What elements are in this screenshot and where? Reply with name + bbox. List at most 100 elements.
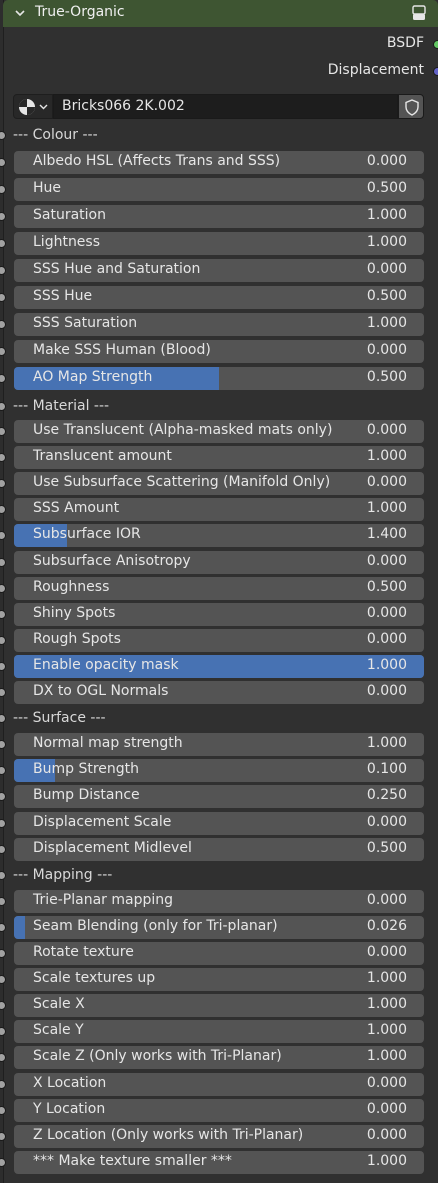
field-scale-y[interactable]: Scale Y 1.000 [14,1020,424,1043]
field-value: 1.000 [366,234,407,250]
field-label: Make SSS Human (Blood) [33,342,211,358]
material-name-field[interactable]: Bricks066 2K.002 [53,94,398,119]
field-label: Seam Blending (only for Tri-planar) [33,918,278,934]
field-ao-map-strength[interactable]: AO Map Strength 0.500 [14,367,424,390]
field-value: 1.000 [366,1022,407,1038]
field-subsurface-anisotropy[interactable]: Subsurface Anisotropy 0.000 [14,551,424,574]
field-label: AO Map Strength [33,369,153,385]
field-label: SSS Saturation [33,315,138,331]
field-value: 0.250 [366,787,407,803]
field-hue[interactable]: Hue 0.500 [14,178,424,201]
field-value: 0.026 [366,918,407,934]
output-displacement-label: Displacement [327,62,424,78]
field-use-subsurface-scattering-manifold-only[interactable]: Use Subsurface Scattering (Manifold Only… [14,472,424,495]
field-value: 0.000 [366,944,407,960]
field-bump-strength[interactable]: Bump Strength 0.100 [14,759,424,782]
field-label: Y Location [33,1101,106,1117]
chevron-down-icon[interactable] [13,6,27,20]
field-value: 1.000 [366,1153,407,1169]
field-subsurface-ior[interactable]: Subsurface IOR 1.400 [14,524,424,547]
shield-icon [405,99,419,116]
field-trie-planar-mapping[interactable]: Trie-Planar mapping 0.000 [14,890,424,913]
field-value: 0.500 [366,840,407,856]
field-label: Displacement Midlevel [33,840,192,856]
field-value: 0.500 [366,579,407,595]
field-value: 0.100 [366,761,407,777]
field-label: Displacement Scale [33,814,172,830]
field-seam-blending-only-for-tri-planar[interactable]: Seam Blending (only for Tri-planar) 0.026 [14,916,424,939]
field-x-location[interactable]: X Location 0.000 [14,1073,424,1096]
field-value: 0.000 [366,422,407,438]
field-label: Scale X [33,996,85,1012]
field-scale-x[interactable]: Scale X 1.000 [14,994,424,1017]
field-label: Shiny Spots [33,605,116,621]
field-value: 0.000 [366,553,407,569]
field-displacement-midlevel[interactable]: Displacement Midlevel 0.500 [14,838,424,861]
node-header[interactable]: True-Organic [3,0,438,27]
fake-user-button[interactable] [398,94,424,119]
material-sphere-icon [19,99,48,115]
field-albedo-hsl-affects-trans-and-sss[interactable]: Albedo HSL (Affects Trans and SSS) 0.000 [14,151,424,174]
field-label: SSS Hue and Saturation [33,261,201,277]
field-label: SSS Amount [33,500,120,516]
field-roughness[interactable]: Roughness 0.500 [14,577,424,600]
field-make-sss-human-blood[interactable]: Make SSS Human (Blood) 0.000 [14,340,424,363]
field-value: 0.000 [366,1127,407,1143]
field-translucent-amount[interactable]: Translucent amount 1.000 [14,446,424,469]
field-label: Roughness [33,579,110,595]
field-label: Translucent amount [33,448,172,464]
field-value: 0.000 [366,261,407,277]
field-value: 0.000 [366,631,407,647]
field-y-location[interactable]: Y Location 0.000 [14,1099,424,1122]
field-label: Use Subsurface Scattering (Manifold Only… [33,474,331,490]
material-browse-button[interactable] [13,94,53,119]
field-sss-hue-and-saturation[interactable]: SSS Hue and Saturation 0.000 [14,259,424,282]
field-bump-distance[interactable]: Bump Distance 0.250 [14,785,424,808]
field-sss-amount[interactable]: SSS Amount 1.000 [14,498,424,521]
field-value: 0.500 [366,288,407,304]
field-value: 0.000 [366,683,407,699]
node-group-icon[interactable] [410,4,428,22]
field-label: Rough Spots [33,631,121,647]
field-value: 0.000 [366,1075,407,1091]
field-value: 0.000 [366,474,407,490]
field-rotate-texture[interactable]: Rotate texture 0.000 [14,942,424,965]
field-value: 0.000 [366,153,407,169]
field-value: 1.000 [366,735,407,751]
field-displacement-scale[interactable]: Displacement Scale 0.000 [14,812,424,835]
field-lightness[interactable]: Lightness 1.000 [14,232,424,255]
field-rough-spots[interactable]: Rough Spots 0.000 [14,629,424,652]
field-label: Normal map strength [33,735,183,751]
field-value: 1.000 [366,657,407,673]
field-sss-saturation[interactable]: SSS Saturation 1.000 [14,313,424,336]
node-title: True-Organic [35,4,125,20]
field-scale-textures-up[interactable]: Scale textures up 1.000 [14,968,424,991]
field-value: 1.000 [366,996,407,1012]
field-use-translucent-alpha-masked-mats-only[interactable]: Use Translucent (Alpha-masked mats only)… [14,420,424,443]
socket-bsdf[interactable] [433,40,438,49]
field-label: Scale Y [33,1022,84,1038]
field-value: 0.000 [366,814,407,830]
field-value: 1.000 [366,315,407,331]
field-label: Z Location (Only works with Tri-Planar) [33,1127,304,1143]
field-normal-map-strength[interactable]: Normal map strength 1.000 [14,733,424,756]
field-make-texture-smaller[interactable]: *** Make texture smaller *** 1.000 [14,1151,424,1174]
output-bsdf: BSDF [387,35,424,51]
field-dx-to-ogl-normals[interactable]: DX to OGL Normals 0.000 [14,681,424,704]
socket-displacement[interactable] [433,67,438,76]
field-label: Hue [33,180,62,196]
field-shiny-spots[interactable]: Shiny Spots 0.000 [14,603,424,626]
field-enable-opacity-mask[interactable]: Enable opacity mask 1.000 [14,655,424,678]
field-label: Bump Strength [33,761,140,777]
field-saturation[interactable]: Saturation 1.000 [14,205,424,228]
field-value: 1.000 [366,448,407,464]
output-displacement: Displacement [328,62,424,78]
field-label: Albedo HSL (Affects Trans and SSS) [33,153,281,169]
field-sss-hue[interactable]: SSS Hue 0.500 [14,286,424,309]
field-label: Use Translucent (Alpha-masked mats only) [33,422,333,438]
field-value: 1.000 [366,500,407,516]
field-z-location-only-works-with-tri-planar[interactable]: Z Location (Only works with Tri-Planar) 0… [14,1125,424,1148]
field-label: Enable opacity mask [33,657,179,673]
field-scale-z-only-works-with-tri-planar[interactable]: Scale Z (Only works with Tri-Planar) 1.00… [14,1046,424,1069]
field-label: Bump Distance [33,787,140,803]
